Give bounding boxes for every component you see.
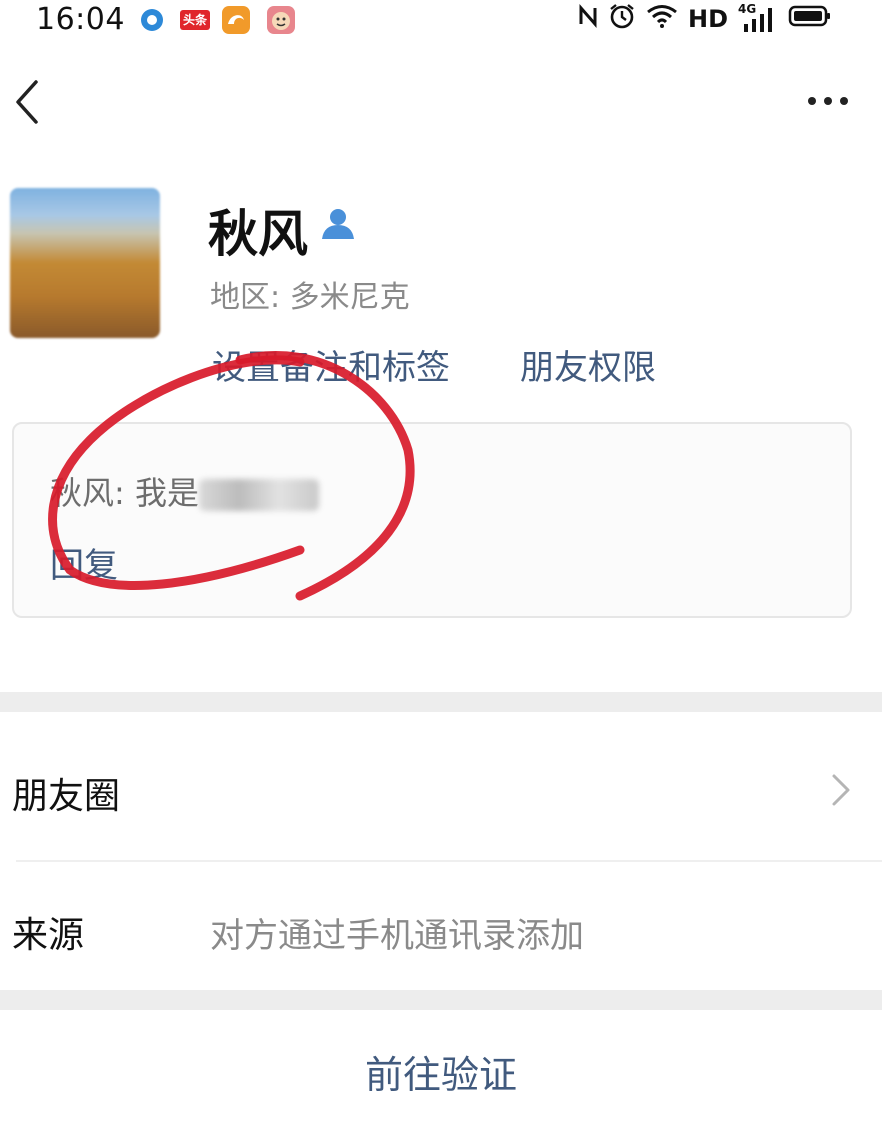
alarm-icon <box>608 2 636 36</box>
more-dots-icon <box>808 97 848 105</box>
moments-row[interactable]: 朋友圈 <box>0 712 882 860</box>
section-separator <box>0 692 882 712</box>
moments-label: 朋友圈 <box>12 776 121 817</box>
more-button[interactable] <box>806 86 850 116</box>
region-text: 地区: 多米尼克 <box>210 280 410 315</box>
toutiao-icon: 头条 <box>180 10 210 30</box>
nickname: 秋风 <box>208 205 308 263</box>
status-icons: HD 4G <box>578 2 832 36</box>
set-remark-link[interactable]: 设置备注和标签 <box>212 340 450 389</box>
verification-message-card <box>12 422 852 618</box>
avatar[interactable] <box>10 188 160 338</box>
source-value: 对方通过手机通讯录添加 <box>210 916 584 956</box>
nfc-icon <box>578 4 598 34</box>
back-button[interactable] <box>8 78 48 126</box>
status-time: 16:04 <box>36 2 125 37</box>
wifi-icon <box>646 3 678 35</box>
battery-icon <box>788 4 832 34</box>
contact-person-icon <box>320 205 356 241</box>
chevron-left-icon <box>16 80 38 124</box>
nav-header <box>0 60 882 140</box>
chevron-right-icon <box>830 772 852 808</box>
source-row: 来源 对方通过手机通讯录添加 <box>0 862 882 990</box>
reply-link[interactable]: 回复 <box>50 538 118 587</box>
status-bar: 16:04 头条 HD 4G <box>0 0 882 40</box>
friend-permission-link[interactable]: 朋友权限 <box>520 340 656 389</box>
record-icon <box>138 6 166 34</box>
message-text: 秋风: 我是 <box>50 474 199 512</box>
section-separator-2 <box>0 990 882 1010</box>
uc-browser-icon <box>222 6 250 34</box>
avatar-app-icon <box>267 6 295 34</box>
go-verify-button[interactable]: 前往验证 <box>0 1010 882 1116</box>
signal-4g-icon: 4G <box>738 2 778 34</box>
verification-message-text: 秋风: 我是 <box>50 468 319 514</box>
blurred-name <box>198 479 319 511</box>
hd-label: HD <box>687 5 728 33</box>
source-label: 来源 <box>12 915 85 956</box>
